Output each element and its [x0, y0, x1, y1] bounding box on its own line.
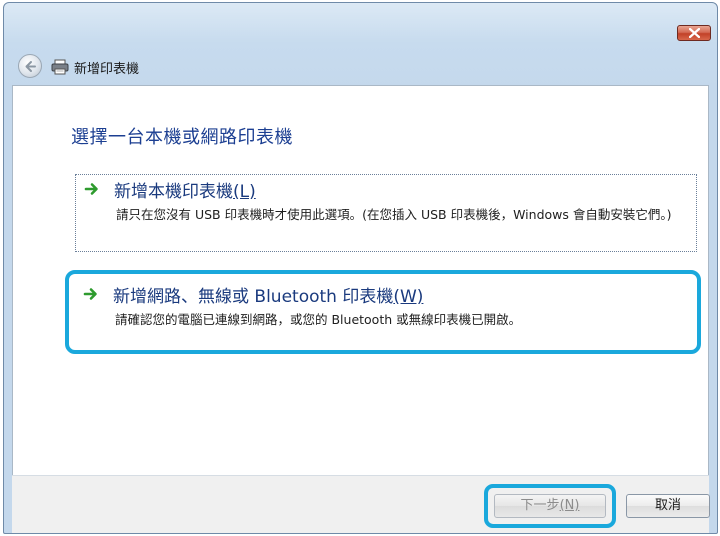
option-title: 新增網路、無線或 Bluetooth 印表機(W) — [113, 282, 423, 307]
option-description: 請只在您沒有 USB 印表機時才使用此選項。(在您插入 USB 印表機後，Win… — [116, 207, 672, 222]
next-button-label: 下一步 — [520, 498, 560, 513]
back-button[interactable] — [18, 54, 42, 78]
option-title-text: 新增本機印表機 — [114, 182, 233, 202]
close-icon — [689, 28, 700, 38]
option-title: 新增本機印表機(L) — [114, 177, 256, 202]
add-local-printer-option[interactable]: 新增本機印表機(L) 請只在您沒有 USB 印表機時才使用此選項。(在您插入 U… — [75, 174, 697, 252]
wizard-content: 選擇一台本機或網路印表機 新增本機印表機(L) 請只在您沒有 USB 印表機時才… — [12, 85, 709, 475]
window-title: 新增印表機 — [74, 62, 140, 77]
printer-icon — [51, 59, 69, 75]
option-description: 請確認您的電腦已連線到網路，或您的 Bluetooth 或無線印表機已開啟。 — [115, 312, 522, 327]
green-arrow-icon — [84, 183, 98, 195]
close-button[interactable] — [677, 25, 711, 41]
cancel-button[interactable]: 取消 — [626, 494, 710, 518]
add-printer-dialog: 新增印表機 選擇一台本機或網路印表機 新增本機印表機(L) 請只在您沒有 USB… — [3, 2, 718, 534]
next-button-accesskey: (N) — [559, 498, 580, 513]
add-network-printer-option[interactable]: 新增網路、無線或 Bluetooth 印表機(W) 請確認您的電腦已連線到網路，… — [75, 280, 697, 340]
option-accesskey: (W) — [393, 287, 424, 307]
page-heading: 選擇一台本機或網路印表機 — [71, 127, 293, 148]
option-accesskey: (L) — [233, 182, 256, 202]
option-title-text: 新增網路、無線或 Bluetooth 印表機 — [113, 287, 394, 307]
green-arrow-icon — [83, 288, 97, 300]
back-arrow-icon — [25, 61, 36, 72]
next-button[interactable]: 下一步(N) — [494, 494, 606, 518]
